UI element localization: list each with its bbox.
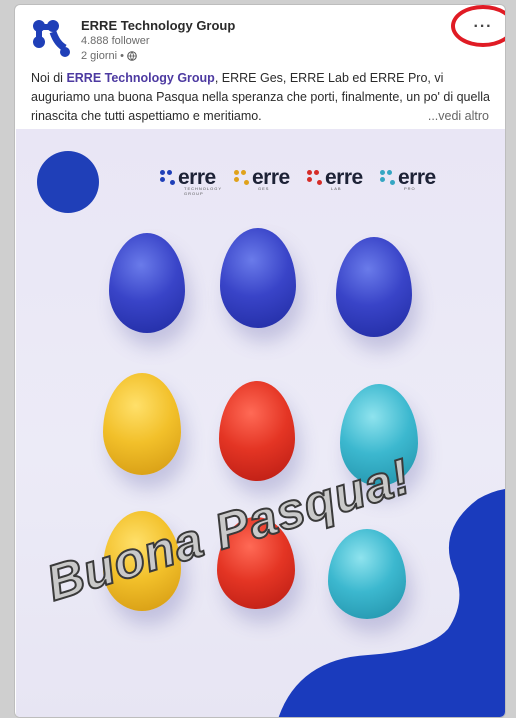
company-mention[interactable]: ERRE Technology Group (66, 71, 214, 85)
brand-word: erre (252, 166, 290, 189)
post-image[interactable]: erre TECHNOLOGY GROUP erre GES erre LAB … (16, 129, 505, 717)
erre-logo-icon[interactable] (31, 18, 71, 58)
decorative-circle (37, 151, 99, 213)
see-more-link[interactable]: ...vedi altro (421, 107, 489, 126)
brand-dots-icon (160, 169, 176, 186)
yellow-egg (103, 373, 181, 475)
brand-dots-icon (307, 169, 323, 186)
text-intro: Noi di (31, 71, 67, 85)
post-header: ERRE Technology Group 4.888 follower 2 g… (15, 5, 505, 71)
blue-egg (336, 237, 412, 337)
post-meta: 2 giorni • (81, 50, 137, 62)
blue-egg (109, 233, 185, 333)
brand-logo-pro: erre PRO (380, 166, 436, 191)
brand-sub: GES (258, 186, 270, 191)
brand-sub: LAB (331, 186, 342, 191)
highlight-ring: ··· (451, 5, 505, 47)
brand-word: erre (398, 166, 436, 189)
blue-egg (220, 228, 296, 328)
brand-dots-icon (234, 169, 250, 186)
brand-logo-technology: erre TECHNOLOGY GROUP (160, 166, 221, 196)
follower-count: 4.888 follower (81, 35, 150, 47)
brand-word: erre (178, 166, 216, 189)
brand-sub: PRO (404, 186, 416, 191)
red-egg (219, 381, 295, 481)
brand-dots-icon (380, 169, 396, 186)
post-age: 2 giorni • (81, 50, 124, 62)
brand-logo-ges: erre GES (234, 166, 290, 191)
brand-logo-lab: erre LAB (307, 166, 363, 191)
author-name[interactable]: ERRE Technology Group (81, 18, 235, 33)
brand-word: erre (325, 166, 363, 189)
post-text: Noi di ERRE Technology Group, ERRE Ges, … (31, 69, 491, 126)
brand-sub: TECHNOLOGY GROUP (184, 186, 222, 196)
more-options-icon[interactable]: ··· (464, 15, 502, 39)
globe-icon (127, 51, 137, 61)
feed-post-card: ERRE Technology Group 4.888 follower 2 g… (14, 4, 506, 718)
